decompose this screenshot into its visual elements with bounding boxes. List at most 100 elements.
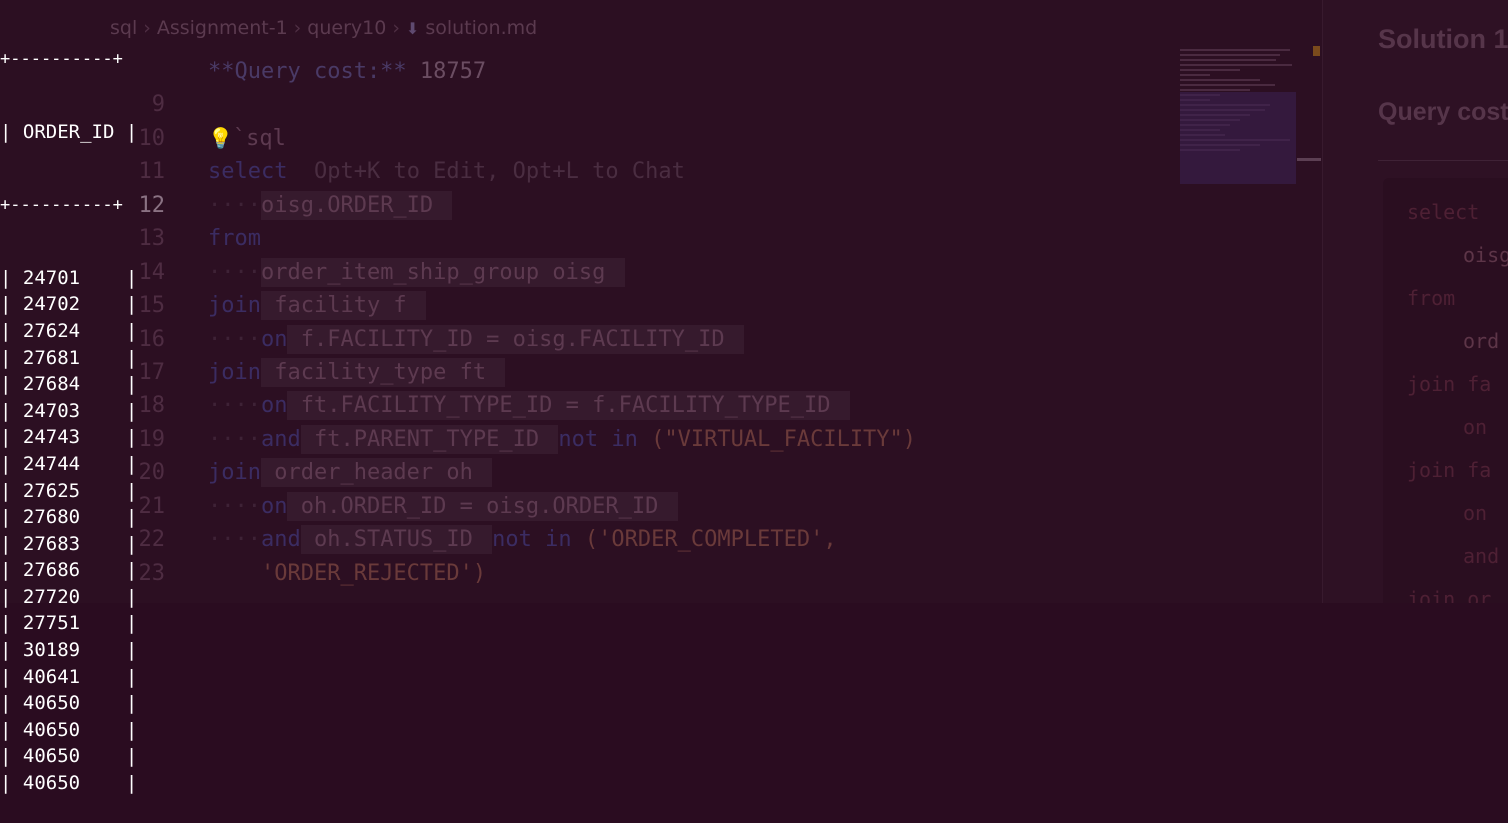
minimap-line — [1180, 84, 1275, 86]
order-id-cell: 30189 — [22, 639, 126, 662]
minimap-line — [1180, 64, 1292, 66]
code-line[interactable] — [208, 88, 1088, 121]
minimap-line — [1180, 54, 1280, 56]
code-line[interactable]: from — [208, 222, 1088, 255]
minimap-line — [1180, 89, 1250, 91]
code-line[interactable]: ····on ft.FACILITY_TYPE_ID = f.FACILITY_… — [208, 389, 1088, 422]
order-id-cell: 24701 — [22, 266, 126, 289]
preview-title: Solution 1 — [1378, 24, 1508, 54]
order-id-cell: 27624 — [22, 319, 126, 342]
code-line[interactable]: select Opt+K to Edit, Opt+L to Chat — [208, 155, 1088, 188]
table-row: | 40650 | — [0, 690, 158, 717]
code-editor[interactable]: **Query cost:** 18757 💡`sql select Opt+K t… — [208, 55, 1088, 590]
table-row: | 27686 | — [0, 557, 158, 584]
cell-border: | — [125, 718, 138, 741]
cell-border: | — [125, 346, 138, 369]
code-token: **Query cost:** — [208, 59, 420, 84]
scrollbar-marker — [1313, 46, 1320, 56]
editor-background: sql › Assignment-1 › query10 › ⬇ solutio… — [0, 0, 1508, 603]
table-row: | 40641 | — [0, 664, 158, 691]
code-token: ('ORDER_COMPLETED', — [571, 527, 850, 553]
cell-border: | — [0, 692, 23, 715]
preview-code-line: and — [1463, 544, 1500, 568]
code-line[interactable]: ····on oh.ORDER_ID = oisg.ORDER_ID — [208, 490, 1088, 523]
code-token: ("VIRTUAL_FACILITY") — [637, 426, 930, 452]
order-id-cell: 27625 — [22, 479, 126, 502]
code-token: ···· — [208, 527, 261, 553]
breadcrumb-assignment[interactable]: Assignment-1 — [157, 17, 288, 39]
code-token: not in — [558, 426, 638, 452]
order-id-cell: 40650 — [22, 772, 126, 795]
cell-border: | — [125, 639, 138, 662]
cell-border: | — [0, 266, 23, 289]
table-row: | 24702 | — [0, 291, 158, 318]
code-token: ft.FACILITY_TYPE_ID = f.FACILITY_TYPE_ID — [287, 391, 850, 421]
code-line[interactable]: 'ORDER_REJECTED') — [208, 557, 1088, 590]
preview-code-line: select — [1407, 200, 1480, 224]
code-token: join — [208, 460, 261, 486]
code-line[interactable]: join facility_type ft — [208, 356, 1088, 389]
cell-border: | — [0, 452, 23, 475]
code-line[interactable]: ····on f.FACILITY_ID = oisg.FACILITY_ID — [208, 323, 1088, 356]
cell-border: | — [125, 772, 138, 795]
lightbulb-icon[interactable]: 💡 — [208, 126, 233, 150]
cell-border: | — [0, 745, 23, 768]
code-token: ···· — [208, 493, 261, 519]
code-token: on — [260, 326, 288, 352]
minimap-viewport[interactable] — [1180, 92, 1296, 184]
code-line[interactable]: ····and ft.PARENT_TYPE_ID not in ("VIRTU… — [208, 423, 1088, 456]
table-border-top: +----------+ — [0, 49, 123, 70]
query-result-table: +----------+ | ORDER_ID | +----------+ |… — [0, 0, 158, 823]
code-line[interactable]: **Query cost:** 18757 — [208, 55, 1088, 88]
code-line[interactable]: join order_header oh — [208, 456, 1088, 489]
table-row: | 27681 | — [0, 345, 158, 372]
code-token: facility f — [260, 291, 426, 321]
code-token: ···· — [208, 192, 261, 218]
code-line[interactable]: ····oisg.ORDER_ID — [208, 189, 1088, 222]
table-row: | 27683 | — [0, 531, 158, 558]
code-line[interactable]: join facility f — [208, 289, 1088, 322]
code-token: ft.PARENT_TYPE_ID — [300, 424, 559, 454]
table-row: | 27684 | — [0, 371, 158, 398]
minimap-line — [1180, 49, 1290, 51]
breadcrumb-file[interactable]: solution.md — [425, 17, 537, 39]
breadcrumb-query10[interactable]: query10 — [307, 17, 386, 39]
cell-border: | — [125, 692, 138, 715]
order-id-cell: 40650 — [22, 692, 126, 715]
code-token: oisg.ORDER_ID — [260, 190, 453, 220]
cell-border: | — [0, 479, 23, 502]
minimap-line — [1180, 59, 1276, 61]
cell-border: | — [0, 532, 23, 555]
order-id-cell: 24743 — [22, 426, 126, 449]
cell-border: | — [125, 506, 138, 529]
table-row: | 40650 | — [0, 743, 158, 770]
code-line[interactable]: 💡`sql — [208, 122, 1088, 155]
order-id-cell: 27681 — [22, 346, 126, 369]
preview-code-line: from — [1407, 286, 1456, 310]
preview-code-line: on — [1463, 415, 1488, 439]
code-token: join — [208, 359, 261, 385]
cell-border: | — [0, 399, 23, 422]
preview-code-line: oisg — [1463, 243, 1508, 267]
order-id-cell: 27684 — [22, 373, 126, 396]
minimap[interactable] — [1180, 46, 1298, 246]
code-token: not in — [492, 527, 572, 553]
cell-border: | — [0, 772, 23, 795]
code-token: 18757 — [419, 59, 487, 84]
scrollbar-thumb[interactable] — [1297, 158, 1321, 161]
cell-border: | — [125, 319, 138, 342]
code-token: from — [208, 226, 261, 252]
order-id-cell: 27751 — [22, 612, 126, 635]
chevron-right-icon: › — [293, 17, 302, 39]
code-line[interactable]: ····order_item_ship_group oisg — [208, 256, 1088, 289]
code-token: 'ORDER_REJECTED') — [260, 560, 500, 586]
preview-code-line: join fa — [1407, 458, 1492, 482]
preview-code-line: ord — [1463, 329, 1500, 353]
preview-divider — [1378, 160, 1508, 161]
minimap-line — [1180, 69, 1240, 71]
code-line[interactable]: ····and oh.STATUS_ID not in ('ORDER_COMP… — [208, 523, 1088, 556]
cell-border: | — [0, 346, 23, 369]
order-id-cell: 27720 — [22, 585, 126, 608]
table-row: | 24701 | — [0, 265, 158, 292]
